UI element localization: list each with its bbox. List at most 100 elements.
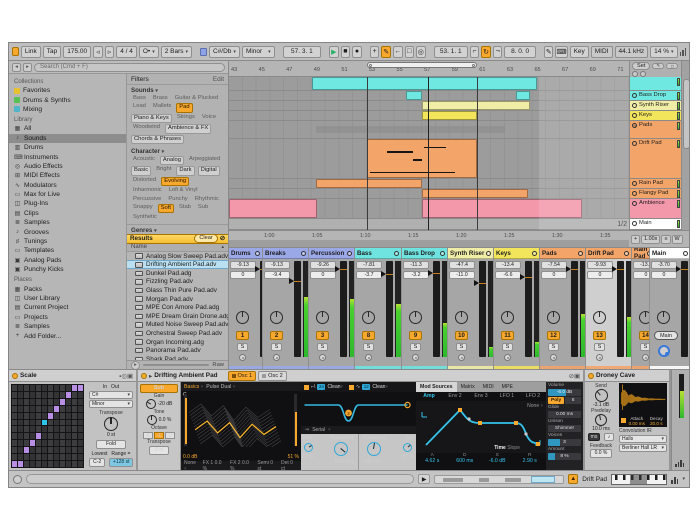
monitor-icon[interactable]: [486, 251, 491, 256]
scale-grid-cell[interactable]: [30, 440, 35, 446]
track-activator-button[interactable]: 2: [270, 331, 283, 340]
pan-knob[interactable]: [236, 311, 249, 324]
pan-knob[interactable]: [657, 311, 670, 324]
scale-grid-cell[interactable]: [60, 461, 65, 467]
scale-grid-cell[interactable]: [60, 426, 65, 432]
scale-grid-cell[interactable]: [30, 413, 35, 419]
scale-grid-cell[interactable]: [78, 447, 83, 453]
fold-button[interactable]: Fold: [96, 440, 126, 449]
scale-grid-cell[interactable]: [66, 440, 71, 446]
mixer-track-strip[interactable]: Bass Drop -11.3 -3.2 6061218243036424860…: [402, 248, 448, 369]
sub-button[interactable]: Sub: [140, 384, 178, 393]
hot-swap-icon[interactable]: ⊘: [220, 235, 225, 242]
link-button[interactable]: Link: [21, 46, 41, 58]
adsr-field[interactable]: D 600 ms: [449, 453, 482, 470]
scale-root-select[interactable]: C#▾: [89, 391, 133, 399]
filter-chip[interactable]: Distorted: [131, 177, 158, 186]
scale-grid-cell[interactable]: [36, 447, 41, 453]
adsr-field[interactable]: S -6.0 dB: [481, 453, 514, 470]
lowest-field[interactable]: C-2: [89, 458, 105, 467]
solo-button[interactable]: S: [363, 343, 374, 351]
main-button[interactable]: Main: [654, 331, 678, 340]
scale-grid-cell[interactable]: [36, 385, 41, 391]
decay-value[interactable]: 20.0 s: [650, 421, 663, 426]
time-signature-field[interactable]: 4 / 4: [116, 46, 137, 58]
scale-grid-cell[interactable]: [72, 385, 77, 391]
filter-chip[interactable]: Voice: [200, 114, 218, 123]
scale-grid-cell[interactable]: [66, 420, 71, 426]
filter-chip[interactable]: Guitar & Plucked: [173, 95, 221, 102]
tone-knob[interactable]: [147, 415, 157, 425]
scale-grid-cell[interactable]: [66, 454, 71, 460]
monitor-icon[interactable]: [632, 201, 637, 206]
loop-start-field[interactable]: 53. 1. 1: [434, 46, 468, 58]
filter2-slope[interactable]: 12: [362, 384, 370, 390]
scale-grid-cell[interactable]: [24, 454, 29, 460]
scale-grid-cell[interactable]: [42, 440, 47, 446]
track-activator-button[interactable]: 3: [316, 331, 329, 340]
browser-result-item[interactable]: Glass Thin Pure Pad.adv: [127, 286, 228, 295]
monitor-icon[interactable]: [578, 251, 583, 256]
sort-icon[interactable]: ▴: [221, 244, 224, 250]
sidebar-item-library[interactable]: ▭ Templates: [9, 246, 126, 255]
draw-mode-button[interactable]: ✎: [544, 46, 554, 58]
preview-scrub-bar[interactable]: [143, 364, 209, 366]
scale-grid-cell[interactable]: [18, 447, 23, 453]
scale-grid-cell[interactable]: [78, 420, 83, 426]
volume-fader[interactable]: [525, 261, 532, 357]
ir-waveform-display[interactable]: [619, 383, 667, 415]
arrangement-track-header[interactable]: Rain Pad: [630, 179, 681, 189]
gain-field[interactable]: 0: [230, 271, 256, 279]
browser-back-button[interactable]: ◂: [12, 63, 21, 72]
arm-record-button[interactable]: [365, 354, 372, 361]
volume-fader[interactable]: [571, 261, 578, 357]
scale-grid-cell[interactable]: [60, 447, 65, 453]
solo-button[interactable]: S: [410, 343, 421, 351]
track-header[interactable]: Drums: [229, 248, 262, 259]
time-ruler[interactable]: 1:001:051:101:151:201:251:301:35: [229, 230, 629, 240]
track-header[interactable]: Percussion: [309, 248, 354, 259]
filter-chip[interactable]: Basic: [131, 166, 151, 175]
voice-mode-button[interactable]: Poly: [548, 397, 564, 404]
tempo-field[interactable]: 175.00: [63, 46, 91, 58]
scale-grid-cell[interactable]: [60, 399, 65, 405]
info-circle-icon[interactable]: [13, 475, 22, 484]
scale-grid-cell[interactable]: [66, 385, 71, 391]
sidebar-item-library[interactable]: ▤ Clips: [9, 209, 126, 218]
peak-level-field[interactable]: -11.3: [403, 261, 429, 269]
scale-grid-cell[interactable]: [24, 413, 29, 419]
sidebar-item-library[interactable]: ♯ Tunings: [9, 237, 126, 246]
scale-grid-cell[interactable]: [72, 420, 77, 426]
sounds-filter-header[interactable]: Sounds: [131, 87, 154, 94]
arm-record-button[interactable]: [596, 354, 603, 361]
scale-grid-cell[interactable]: [78, 426, 83, 432]
gain-field[interactable]: -3.2: [403, 271, 429, 279]
track-activator-button[interactable]: 1: [236, 331, 249, 340]
levels-icon[interactable]: [671, 475, 678, 484]
filters-edit-button[interactable]: Edit: [213, 76, 224, 83]
scale-grid-cell[interactable]: [30, 426, 35, 432]
scale-root-menu[interactable]: C#/Db▾: [209, 46, 240, 58]
ir-file-select[interactable]: Berliner Hall LR▾: [619, 444, 667, 452]
send-knob[interactable]: [595, 389, 608, 402]
width-icon[interactable]: W: [672, 235, 683, 244]
scale-grid-cell[interactable]: [54, 406, 59, 412]
scale-grid-cell[interactable]: [36, 461, 41, 467]
filter-chip[interactable]: Ambience & FX: [165, 124, 211, 133]
monitor-icon[interactable]: [624, 251, 629, 256]
filter-chip[interactable]: Synthetic: [131, 214, 159, 221]
scale-grid-cell[interactable]: [66, 392, 71, 398]
scale-grid-cell[interactable]: [12, 440, 17, 446]
filter1-slope[interactable]: 24: [317, 384, 325, 390]
volume-fader[interactable]: [479, 261, 486, 357]
osc-category-select[interactable]: Basics ▾: [184, 384, 203, 390]
arrangement-track-header[interactable]: Bass Drop: [630, 91, 681, 101]
quantize-menu[interactable]: 2 Bars▾: [161, 46, 192, 58]
scale-grid-cell[interactable]: [54, 447, 59, 453]
filter-chip[interactable]: Lead: [131, 103, 148, 112]
scale-grid-cell[interactable]: [78, 406, 83, 412]
time-toggle[interactable]: Time: [494, 445, 506, 451]
freq1-knob[interactable]: [334, 442, 348, 456]
scale-grid-cell[interactable]: [42, 461, 47, 467]
track-header[interactable]: Pads: [540, 248, 585, 259]
